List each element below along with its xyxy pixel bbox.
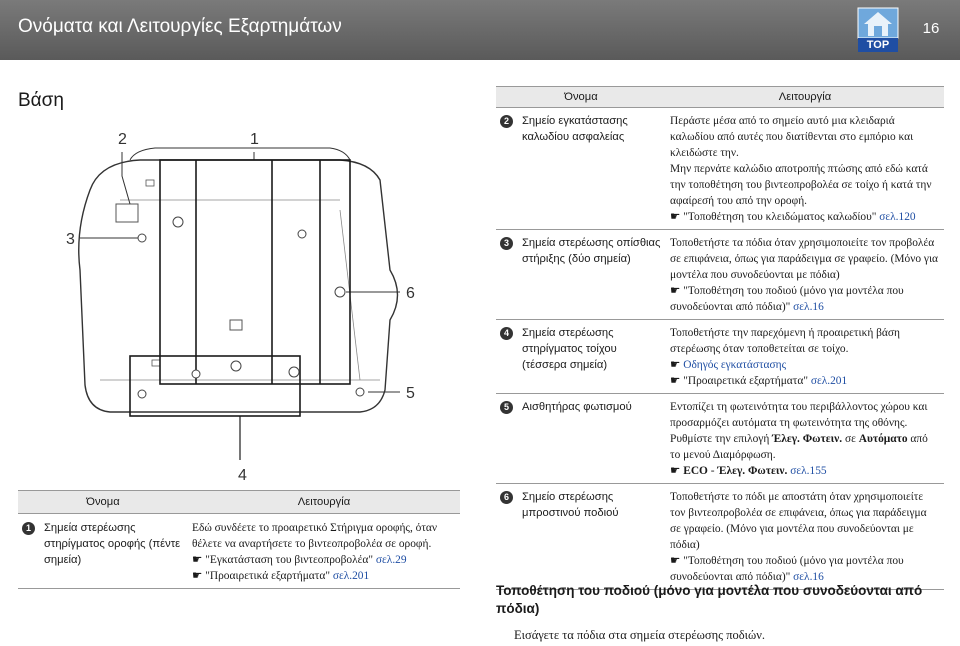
pointing-hand-icon: ☛ [192,570,203,582]
reference-text: "Τοποθέτηση του ποδιού (μόνο για μοντέλα… [670,285,904,313]
section-title: Βάση [18,90,64,111]
menu-path: Έλεγ. Φωτειν. [717,465,788,477]
table-row: 5 Αισθητήρας φωτισμού Εντοπίζει τη φωτει… [496,393,944,484]
reference-text: "Εγκατάσταση του βιντεοπροβολέα" [205,554,376,566]
page-number: 16 [922,20,940,37]
col-header-function: Λειτουργία [666,86,944,108]
pointing-hand-icon: ☛ [670,375,681,387]
header-title: Ονόματα και Λειτουργίες Εξαρτημάτων [18,16,342,37]
table-row: 1 Σημεία στερέωσης στηρίγματος οροφής (π… [18,513,460,589]
part-function: Εντοπίζει τη φωτεινότητα του περιβάλλοντ… [666,393,944,484]
part-function: Εδώ συνδέετε το προαιρετικό Στήριγμα ορο… [188,513,460,589]
table-row: 2 Σημείο εγκατάστασης καλωδίου ασφαλείας… [496,107,944,230]
table-row: 3 Σημεία στερέωσης οπίσθιας στήριξης (δύ… [496,229,944,320]
function-text: σε [842,433,859,445]
page-link[interactable]: σελ.201 [333,570,369,582]
pointing-hand-icon: ☛ [670,359,681,371]
col-header-name: Όνομα [18,490,188,514]
reference-text: "Προαιρετικά εξαρτήματα" [205,570,333,582]
number-badge: 4 [500,327,513,340]
number-badge: 6 [500,491,513,504]
col-header-name: Όνομα [496,86,666,108]
reference-text: "Προαιρετικά εξαρτήματα" [683,375,811,387]
number-badge: 1 [22,522,35,535]
page-link[interactable]: σελ.155 [787,465,826,477]
callout-1: 1 [250,131,259,148]
part-name: Σημεία στερέωσης στηρίγματος τοίχου (τέσ… [518,319,666,394]
page-link[interactable]: σελ.29 [376,554,407,566]
menu-value: Αυτόματο [858,433,908,445]
part-name: Αισθητήρας φωτισμού [518,393,666,484]
function-text: Τοποθετήστε το πόδι με αποστάτη όταν χρη… [670,491,927,551]
menu-path: ECO [683,465,708,477]
top-label[interactable]: TOP [858,38,898,52]
part-function: Τοποθετήστε το πόδι με αποστάτη όταν χρη… [666,483,944,590]
body-text: Εισάγετε τα πόδια στα σημεία στερέωσης π… [514,628,766,642]
table-row: 6 Σημείο στερέωσης μπροστινού ποδιού Τοπ… [496,483,944,590]
function-text: Εδώ συνδέετε το προαιρετικό Στήριγμα ορο… [192,522,438,550]
menu-option: Έλεγ. Φωτειν. [772,433,843,445]
function-text: Τοποθετήστε τα πόδια όταν χρησιμοποιείτε… [670,237,938,281]
page-link[interactable]: σελ.201 [811,375,847,387]
callout-6: 6 [406,285,415,302]
part-function: Τοποθετήστε την παρεχόμενη ή προαιρετική… [666,319,944,394]
part-name: Σημεία στερέωσης οπίσθιας στήριξης (δύο … [518,229,666,320]
part-name: Σημείο εγκατάστασης καλωδίου ασφαλείας [518,107,666,230]
pointing-hand-icon: ☛ [192,554,203,566]
col-header-function: Λειτουργία [188,490,460,514]
page-link[interactable]: σελ.16 [793,301,824,313]
parts-table: Όνομα Λειτουργία 2 Σημείο εγκατάστασης κ… [496,86,944,590]
part-function: Περάστε μέσα από το σημείο αυτό μια κλει… [666,107,944,230]
pointing-hand-icon: ☛ [670,555,681,567]
menu-separator: - [707,465,718,477]
ceiling-mount-table: Όνομα Λειτουργία 1 Σημεία στερέωσης στηρ… [18,490,460,589]
function-text: Μην περνάτε καλώδιο αποτροπής πτώσης από… [670,163,932,207]
part-function: Τοποθετήστε τα πόδια όταν χρησιμοποιείτε… [666,229,944,320]
page-link[interactable]: σελ.120 [879,211,915,223]
installation-guide-link[interactable]: Οδηγός εγκατάστασης [683,359,786,371]
pointing-hand-icon: ☛ [670,211,681,223]
reference-text: "Τοποθέτηση του κλειδώματος καλωδίου" [683,211,880,223]
pointing-hand-icon: ☛ [670,285,681,297]
callout-4: 4 [238,467,247,484]
callout-5: 5 [406,385,415,402]
sub-heading: Τοποθέτηση του ποδιού (μόνο για μοντέλα … [496,583,923,616]
function-text: Τοποθετήστε την παρεχόμενη ή προαιρετική… [670,327,900,355]
table-row: 4 Σημεία στερέωσης στηρίγματος τοίχου (τ… [496,319,944,394]
pointing-hand-icon: ☛ [670,465,681,477]
number-badge: 3 [500,237,513,250]
projector-base-diagram: 2 1 3 6 5 4 [66,131,415,484]
callout-3: 3 [66,231,75,248]
callout-2: 2 [118,131,127,148]
function-text: Περάστε μέσα από το σημείο αυτό μια κλει… [670,115,914,159]
number-badge: 5 [500,401,513,414]
part-name: Σημείο στερέωσης μπροστινού ποδιού [518,483,666,590]
part-name: Σημεία στερέωσης στηρίγματος οροφής (πέν… [40,513,188,589]
reference-text: "Τοποθέτηση του ποδιού (μόνο για μοντέλα… [670,555,904,583]
page-header: Ονόματα και Λειτουργίες Εξαρτημάτων TOP … [0,0,960,60]
number-badge: 2 [500,115,513,128]
